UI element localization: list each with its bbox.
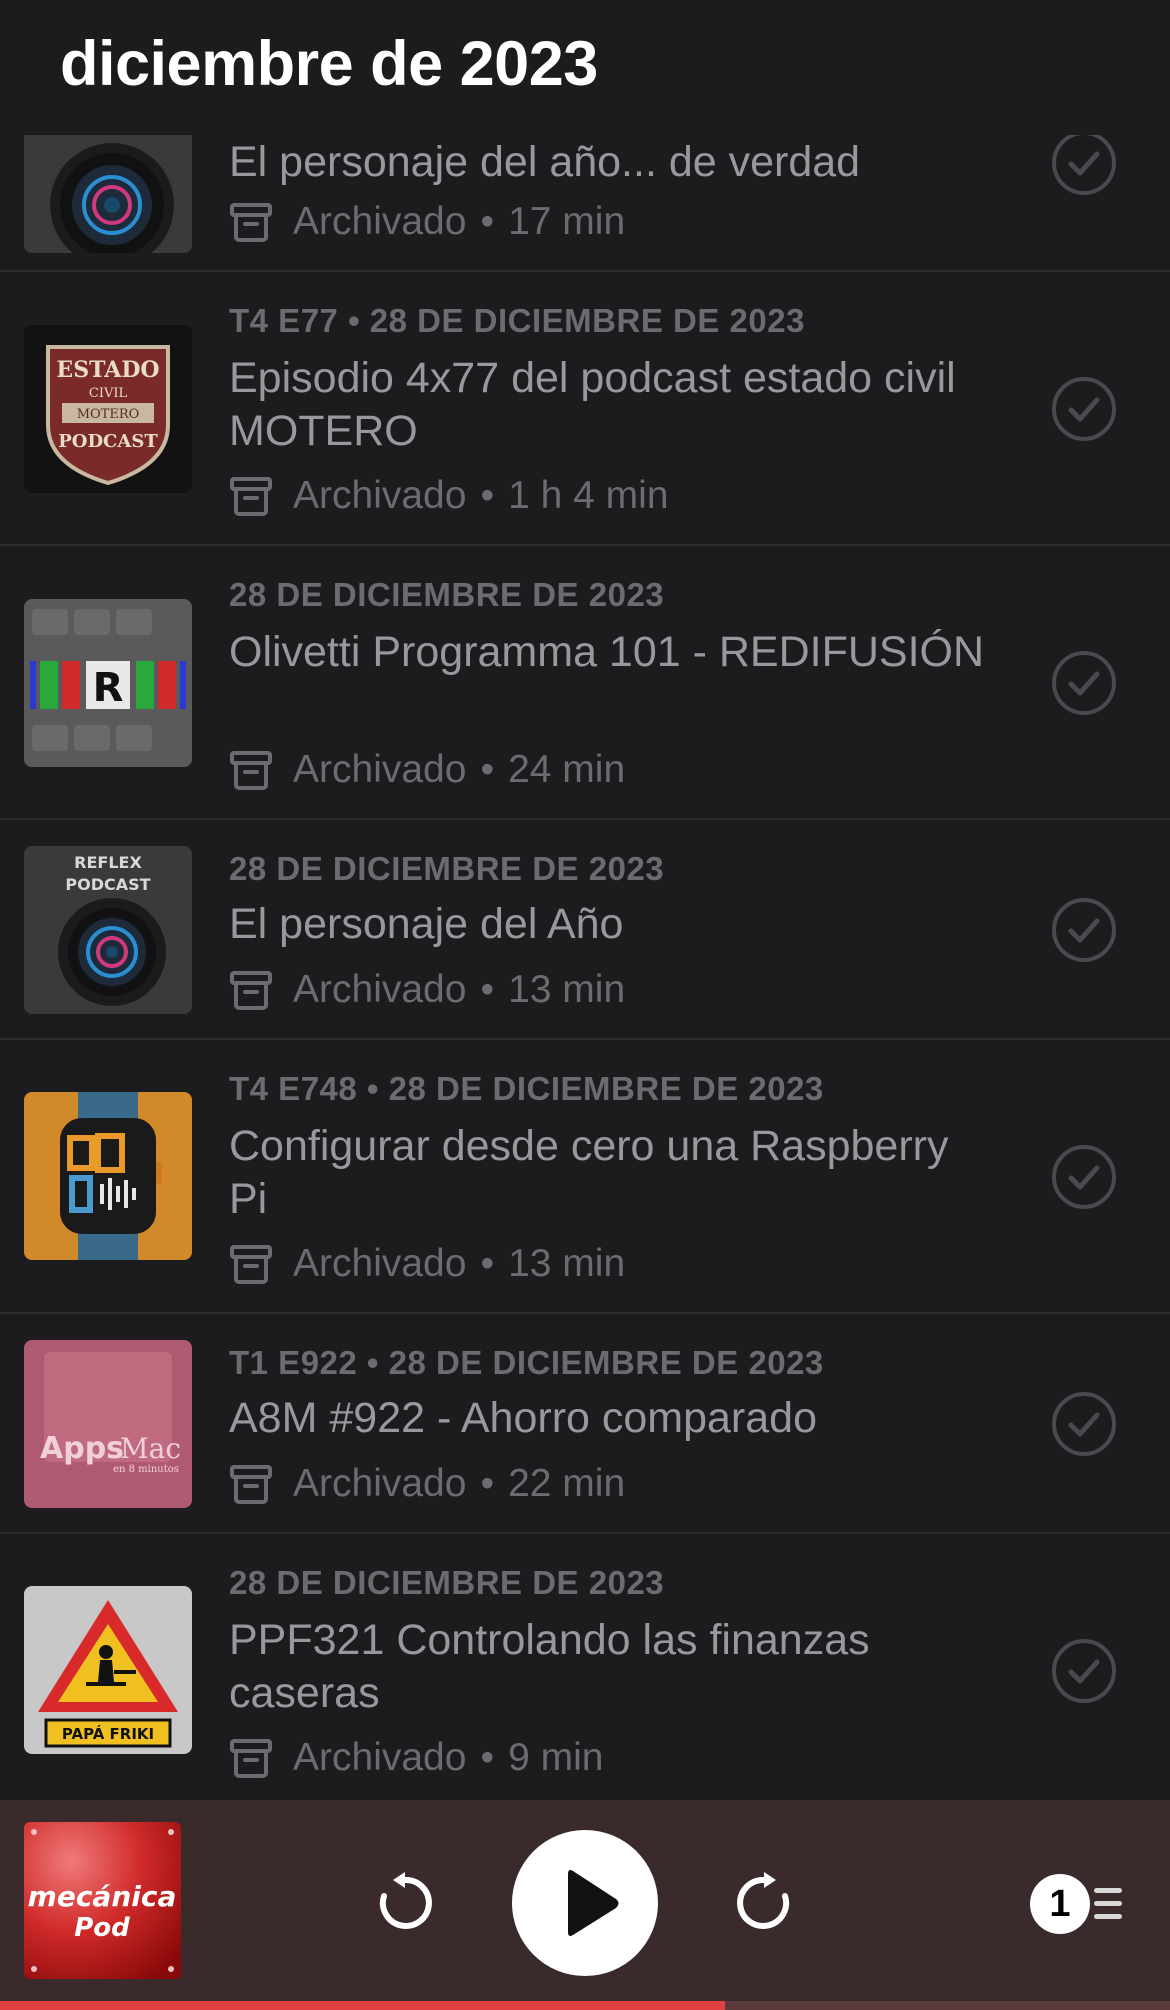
checkmark-circle-icon[interactable]: [1051, 650, 1117, 716]
artwork-text: ESTADO: [56, 357, 159, 383]
archive-box-icon: [229, 1736, 273, 1780]
checkmark-circle-icon[interactable]: [1051, 1391, 1117, 1457]
episode-artwork-estado-civil: ESTADO CIVIL MOTERO PODCAST: [24, 325, 192, 493]
status-label: Archivado: [293, 474, 467, 517]
episode-title: El personaje del Año: [229, 900, 624, 948]
episode-artwork-appsmac: Apps Mac en 8 minutos: [24, 1340, 192, 1508]
archive-box-icon: [229, 748, 273, 792]
episode-status: Archivado • 13 min: [229, 1240, 625, 1288]
artwork-text: Apps: [40, 1431, 124, 1466]
episode-status: Archivado • 24 min: [229, 746, 625, 794]
duration-label: 1 h 4 min: [508, 474, 669, 517]
artwork-text: REFLEX: [74, 853, 142, 872]
status-label: Archivado: [293, 748, 467, 791]
status-label: Archivado: [293, 1736, 467, 1779]
artwork-text: Mac: [120, 1432, 181, 1465]
episode-status: Archivado • 17 min: [229, 198, 625, 246]
checkmark-circle-icon[interactable]: [1051, 1144, 1117, 1210]
app-screen: El personaje del año... de verdad Archiv…: [0, 0, 1170, 2010]
episode-meta: T4 E748 • 28 DE DICIEMBRE DE 2023: [229, 1070, 824, 1107]
artwork-text: PAPÁ FRIKI: [62, 1724, 154, 1743]
archive-box-icon: [229, 474, 273, 518]
status-label: Archivado: [293, 968, 467, 1011]
artwork-text: PODCAST: [58, 431, 158, 452]
artwork-text: en 8 minutos: [113, 1464, 179, 1475]
archive-box-icon: [229, 1462, 273, 1506]
episode-title: Olivetti Programma 101 - REDIFUSIÓN: [229, 628, 985, 676]
artwork-text: Pod: [74, 1913, 130, 1943]
status-label: Archivado: [293, 1462, 467, 1505]
duration-label: 13 min: [508, 1242, 626, 1285]
playback-progress-fill: [0, 2001, 726, 2010]
artwork-text: mecánica: [28, 1880, 177, 1913]
episode-title: Configurar desde cero una Raspberry Pi: [229, 1122, 949, 1223]
episode-title: PPF321 Controlando las finanzas caseras: [229, 1616, 870, 1717]
episode-title: Episodio 4x77 del podcast estado civil M…: [229, 354, 956, 455]
episode-row[interactable]: ESTADO CIVIL MOTERO PODCAST T4 E77 • 28 …: [0, 272, 1170, 546]
skip-forward-icon: [737, 1872, 790, 1929]
section-title: diciembre de 2023: [60, 29, 598, 99]
archive-box-icon: [229, 1242, 273, 1286]
artwork-text: PODCAST: [65, 875, 150, 894]
episode-title: El personaje del año... de verdad: [229, 138, 861, 186]
episode-meta: T1 E922 • 28 DE DICIEMBRE DE 2023: [229, 1344, 824, 1381]
queue-count-badge: 1: [1030, 1874, 1090, 1934]
skip-forward-button[interactable]: [731, 1870, 797, 1936]
status-label: Archivado: [293, 1242, 467, 1285]
duration-label: 24 min: [508, 748, 626, 791]
playback-progress-bar[interactable]: [0, 2001, 1170, 2010]
duration-label: 13 min: [508, 968, 626, 1011]
artwork-text: R: [93, 665, 124, 711]
episode-status: Archivado • 22 min: [229, 1460, 625, 1508]
now-playing-artwork[interactable]: mecánica Pod: [24, 1822, 181, 1979]
checkmark-circle-icon[interactable]: [1051, 376, 1117, 442]
checkmark-circle-icon[interactable]: [1051, 897, 1117, 963]
episode-row[interactable]: R 28 DE DICIEMBRE DE 2023 Olivetti Progr…: [0, 546, 1170, 820]
queue-button[interactable]: 1: [1030, 1874, 1130, 1934]
archive-box-icon: [229, 200, 273, 244]
episode-artwork-papa-friki: PAPÁ FRIKI: [24, 1586, 192, 1754]
queue-list-icon: [1094, 1888, 1122, 1919]
artwork-text: CIVIL: [89, 386, 128, 401]
artwork-text: MOTERO: [77, 407, 140, 422]
episode-meta: 28 DE DICIEMBRE DE 2023: [229, 576, 665, 613]
duration-label: 17 min: [508, 200, 626, 243]
episode-status: Archivado • 9 min: [229, 1734, 603, 1782]
episode-artwork-der: [24, 1092, 192, 1260]
episode-artwork-reflex: REFLEX PODCAST: [24, 846, 192, 1014]
episode-meta: 28 DE DICIEMBRE DE 2023: [229, 850, 665, 887]
checkmark-circle-icon[interactable]: [1051, 130, 1117, 196]
episode-row[interactable]: Apps Mac en 8 minutos T1 E922 • 28 DE DI…: [0, 1314, 1170, 1534]
duration-label: 9 min: [508, 1736, 604, 1779]
episode-artwork-redifusion: R: [24, 599, 192, 767]
skip-back-icon: [379, 1872, 432, 1929]
skip-back-button[interactable]: [372, 1870, 438, 1936]
episode-row[interactable]: PAPÁ FRIKI 28 DE DICIEMBRE DE 2023 PPF32…: [0, 1534, 1170, 1800]
duration-label: 22 min: [508, 1462, 626, 1505]
play-button[interactable]: [512, 1830, 658, 1976]
archive-box-icon: [229, 968, 273, 1012]
mini-player[interactable]: mecánica Pod 1: [0, 1800, 1170, 2010]
section-header: diciembre de 2023: [0, 0, 1170, 135]
episode-row[interactable]: REFLEX PODCAST 28 DE DICIEMBRE DE 2023 E…: [0, 820, 1170, 1040]
episode-status: Archivado • 13 min: [229, 966, 625, 1014]
status-label: Archivado: [293, 200, 467, 243]
episode-meta: T4 E77 • 28 DE DICIEMBRE DE 2023: [229, 302, 805, 339]
episode-title: A8M #922 - Ahorro comparado: [229, 1394, 817, 1442]
checkmark-circle-icon[interactable]: [1051, 1638, 1117, 1704]
episode-status: Archivado • 1 h 4 min: [229, 472, 669, 520]
episode-meta: 28 DE DICIEMBRE DE 2023: [229, 1564, 665, 1601]
episode-row[interactable]: T4 E748 • 28 DE DICIEMBRE DE 2023 Config…: [0, 1040, 1170, 1314]
play-icon: [568, 1870, 619, 1936]
